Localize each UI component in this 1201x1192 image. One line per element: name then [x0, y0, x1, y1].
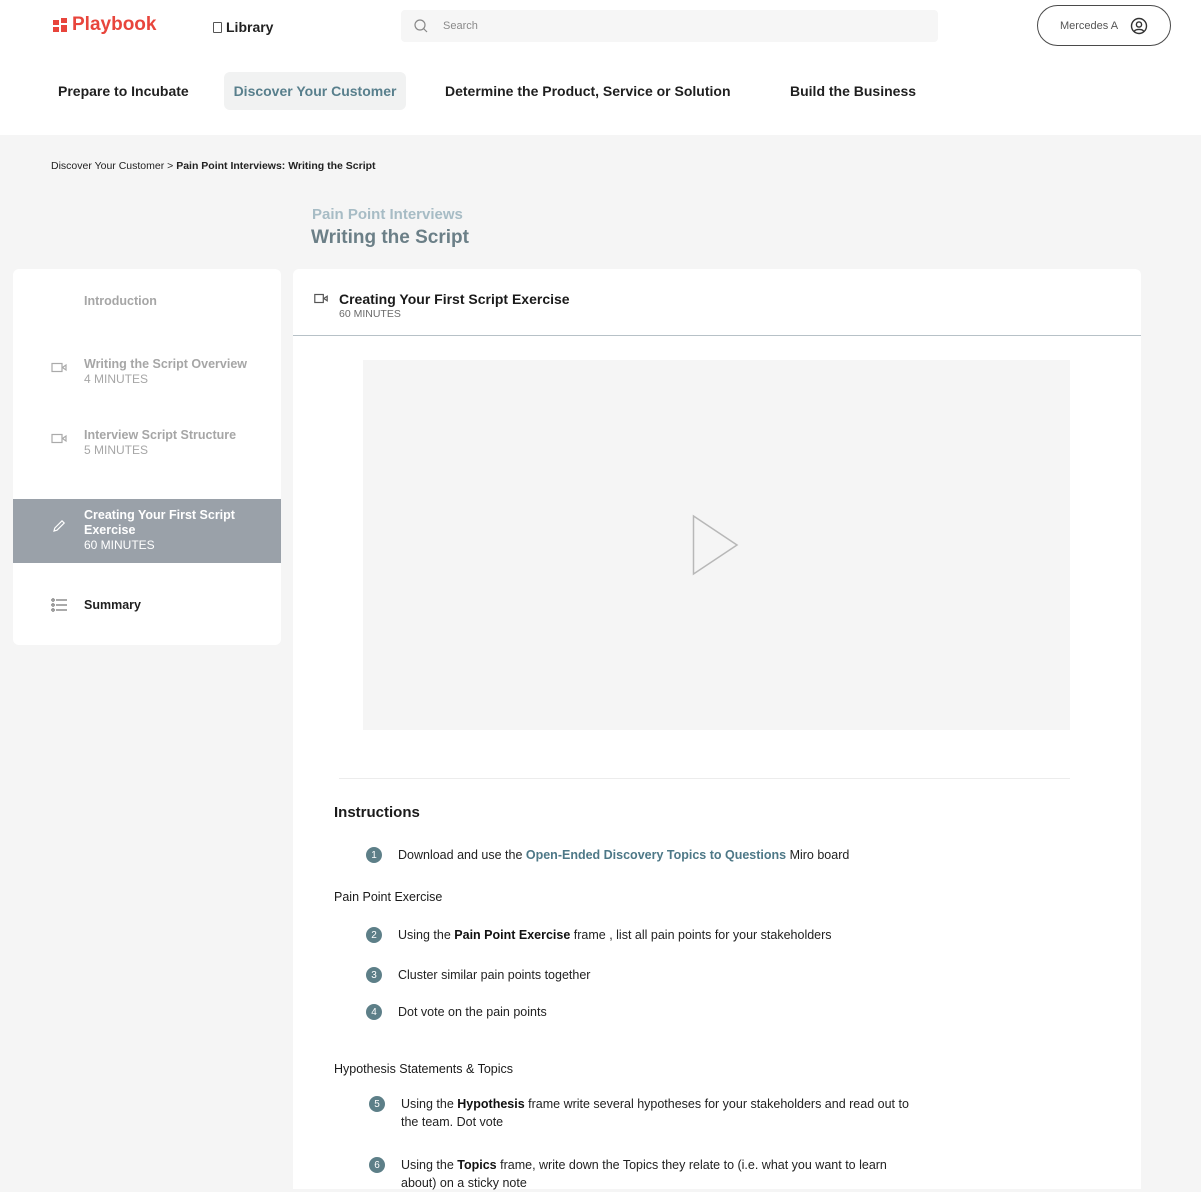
- sidebar-item-creating-first-script-exercise[interactable]: Creating Your First Script Exercise 60 M…: [13, 499, 281, 563]
- pencil-icon: [53, 519, 66, 532]
- sidebar-item-duration: 4 MINUTES: [84, 372, 149, 386]
- playbook-logo-icon: [53, 18, 67, 32]
- sidebar-item-writing-script-overview[interactable]: Writing the Script Overview 4 MINUTES: [13, 341, 281, 405]
- step-number-badge: 6: [369, 1157, 385, 1173]
- divider: [339, 778, 1070, 779]
- lesson-header: Creating Your First Script Exercise 60 M…: [293, 269, 1141, 336]
- search-icon: [414, 19, 428, 33]
- user-menu-button[interactable]: Mercedes A: [1037, 5, 1171, 46]
- instruction-step: 5 Using the Hypothesis frame write sever…: [369, 1096, 909, 1131]
- step-text-part: Using the: [401, 1158, 458, 1172]
- step-text-part: Miro board: [786, 848, 850, 862]
- library-label: Library: [226, 19, 274, 35]
- lesson-content: Creating Your First Script Exercise 60 M…: [293, 269, 1141, 1192]
- instruction-step: 4 Dot vote on the pain points: [366, 1004, 547, 1021]
- step-text: Download and use the Open-Ended Discover…: [398, 846, 849, 864]
- page-title: Writing the Script: [311, 227, 469, 248]
- search-bar[interactable]: [401, 10, 938, 42]
- page-subtitle: Pain Point Interviews: [312, 206, 463, 223]
- step-text-bold: Hypothesis: [457, 1097, 525, 1111]
- miro-board-link[interactable]: Open-Ended Discovery Topics to Questions: [526, 848, 786, 862]
- brand-logo[interactable]: Playbook: [52, 14, 156, 36]
- step-number-badge: 2: [366, 927, 382, 943]
- sidebar-item-label: Introduction: [84, 294, 157, 308]
- step-text: Using the Pain Point Exercise frame , li…: [398, 926, 832, 944]
- sidebar-item-duration: 5 MINUTES: [84, 443, 149, 457]
- step-text-part: frame write several hypotheses for your …: [524, 1097, 909, 1111]
- step-text: Dot vote on the pain points: [398, 1005, 547, 1019]
- breadcrumb: Discover Your Customer > Pain Point Inte…: [51, 160, 376, 172]
- breadcrumb-parent[interactable]: Discover Your Customer: [51, 160, 164, 172]
- step-number-badge: 1: [366, 847, 382, 863]
- tab-discover-your-customer[interactable]: Discover Your Customer: [224, 72, 406, 110]
- instruction-step: 1 Download and use the Open-Ended Discov…: [366, 847, 849, 864]
- lesson-title: Creating Your First Script Exercise: [339, 291, 570, 307]
- step-number-badge: 3: [366, 967, 382, 983]
- sidebar-item-duration: 60 MINUTES: [84, 538, 155, 552]
- video-icon: [51, 362, 67, 373]
- step-text: Cluster similar pain points together: [398, 968, 591, 982]
- sidebar-item-interview-script-structure[interactable]: Interview Script Structure 5 MINUTES: [13, 412, 281, 476]
- instruction-step: 6 Using the Topics frame, write down the…: [369, 1157, 887, 1192]
- step-number-badge: 5: [369, 1096, 385, 1112]
- step-text: Using the Hypothesis frame write several…: [401, 1095, 909, 1131]
- breadcrumb-separator: >: [164, 160, 177, 172]
- top-bar: Playbook Library Mercedes A: [0, 0, 1201, 55]
- step-text-part: Using the: [401, 1097, 458, 1111]
- user-avatar-icon: [1130, 17, 1148, 34]
- lesson-duration: 60 MINUTES: [339, 308, 401, 320]
- section-label-pain-point: Pain Point Exercise: [334, 890, 443, 904]
- sidebar-item-label: Writing the Script Overview: [84, 357, 248, 371]
- user-name: Mercedes A: [1059, 19, 1119, 32]
- book-icon: [213, 21, 222, 33]
- sidebar-item-label: Interview Script Structure: [84, 428, 237, 442]
- step-text-part: about) on a sticky note: [401, 1176, 527, 1190]
- step-text-part: frame , list all pain points for your st…: [570, 928, 832, 942]
- sidebar-item-introduction[interactable]: Introduction: [13, 269, 281, 333]
- instruction-step: 3 Cluster similar pain points together: [366, 967, 590, 984]
- step-text-part: the team. Dot vote: [401, 1115, 504, 1129]
- sidebar-item-summary[interactable]: Summary: [13, 579, 281, 631]
- video-player[interactable]: [363, 360, 1070, 730]
- tab-build-the-business[interactable]: Build the Business: [781, 72, 925, 110]
- breadcrumb-current: Pain Point Interviews: Writing the Scrip…: [176, 160, 376, 172]
- brand-name: Playbook: [72, 14, 157, 35]
- video-icon: [51, 433, 67, 444]
- search-input[interactable]: [441, 19, 925, 33]
- lesson-sidebar: Introduction Writing the Script Overview…: [13, 269, 281, 645]
- list-icon: [51, 598, 67, 612]
- video-icon: [314, 293, 328, 304]
- tab-determine-product[interactable]: Determine the Product, Service or Soluti…: [436, 72, 740, 110]
- step-text-part: frame, write down the Topics they relate…: [496, 1158, 887, 1172]
- tab-prepare-to-incubate[interactable]: Prepare to Incubate: [49, 72, 198, 110]
- phase-tabs: Prepare to Incubate Discover Your Custom…: [0, 55, 1201, 135]
- sidebar-item-label-line1: Creating Your First Script: [84, 508, 235, 522]
- step-text-part: Using the: [398, 928, 455, 942]
- step-number-badge: 4: [366, 1004, 382, 1020]
- library-link[interactable]: Library: [213, 19, 273, 35]
- instruction-step: 2 Using the Pain Point Exercise frame , …: [366, 927, 832, 944]
- instructions-heading: Instructions: [334, 804, 420, 821]
- step-text-bold: Pain Point Exercise: [454, 928, 571, 942]
- step-text: Using the Topics frame, write down the T…: [401, 1156, 887, 1192]
- step-text-part: Download and use the: [398, 848, 526, 862]
- step-text-bold: Topics: [457, 1158, 497, 1172]
- section-label-hypothesis: Hypothesis Statements & Topics: [334, 1062, 514, 1076]
- sidebar-item-label-line2: Exercise: [84, 523, 136, 537]
- play-icon[interactable]: [692, 514, 740, 576]
- sidebar-item-label: Summary: [84, 598, 141, 612]
